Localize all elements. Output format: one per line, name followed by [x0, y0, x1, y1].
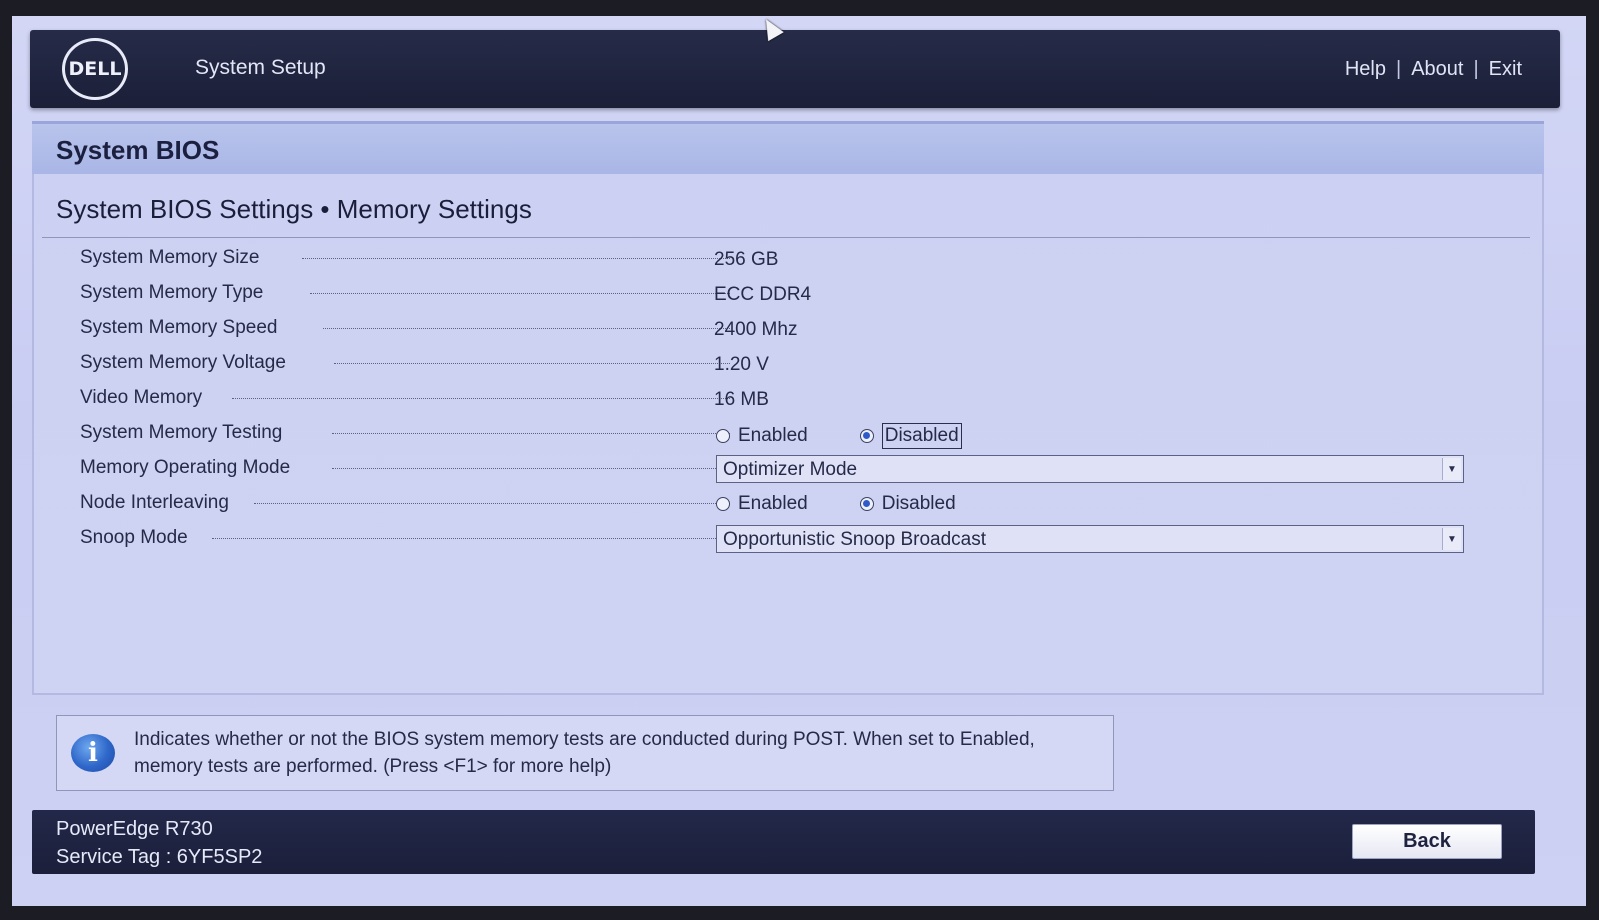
bios-screen: DELL System Setup Help | About | Exit Sy… — [12, 16, 1586, 906]
nav-separator: | — [1395, 58, 1402, 80]
settings-list: System Memory Size 256 GB System Memory … — [80, 243, 1520, 558]
dotted-leader — [310, 293, 730, 295]
setting-label: System Memory Size — [80, 247, 260, 268]
dell-logo: DELL — [62, 38, 128, 100]
memory-speed-value: 2400 Mhz — [714, 319, 798, 340]
dotted-leader — [254, 503, 730, 505]
memory-testing-enabled-radio[interactable]: Enabled — [716, 425, 808, 447]
row-memory-testing: System Memory Testing Enabled Disabled — [80, 418, 1520, 453]
radio-label: Enabled — [738, 425, 808, 446]
row-memory-speed: System Memory Speed 2400 Mhz — [80, 313, 1520, 348]
help-link[interactable]: Help — [1345, 58, 1386, 81]
setting-label: System Memory Voltage — [80, 352, 286, 373]
radio-unselected-icon — [716, 429, 730, 443]
setting-label: Node Interleaving — [80, 492, 229, 513]
footer-bar: PowerEdge R730 Service Tag : 6YF5SP2 Bac… — [32, 810, 1535, 874]
help-text: Indicates whether or not the BIOS system… — [134, 729, 1035, 777]
dropdown-arrow-icon[interactable]: ▼ — [1442, 528, 1461, 550]
memory-operating-mode-select[interactable]: Optimizer Mode ▼ — [716, 455, 1464, 483]
setting-label: System Memory Testing — [80, 422, 283, 443]
about-link[interactable]: About — [1411, 58, 1463, 81]
app-title: System Setup — [195, 56, 326, 79]
row-snoop-mode: Snoop Mode Opportunistic Snoop Broadcast… — [80, 523, 1520, 558]
node-interleaving-radio-group: Enabled Disabled — [716, 493, 956, 515]
dotted-leader — [212, 538, 730, 540]
row-memory-voltage: System Memory Voltage 1.20 V — [80, 348, 1520, 383]
back-button[interactable]: Back — [1352, 824, 1502, 859]
setting-label: Memory Operating Mode — [80, 457, 291, 478]
dotted-leader — [302, 258, 730, 260]
memory-type-value: ECC DDR4 — [714, 284, 812, 305]
radio-selected-icon — [859, 429, 874, 443]
row-video-memory: Video Memory 16 MB — [80, 383, 1520, 418]
dotted-leader — [232, 398, 730, 400]
section-divider — [42, 237, 1530, 238]
radio-unselected-icon — [716, 497, 730, 511]
memory-size-value: 256 GB — [714, 249, 779, 270]
radio-label: Enabled — [738, 493, 808, 514]
memory-testing-radio-group: Enabled Disabled — [716, 423, 962, 449]
select-value: Optimizer Mode — [723, 459, 858, 480]
radio-selected-icon — [859, 497, 874, 511]
dotted-leader — [332, 468, 730, 470]
exit-link[interactable]: Exit — [1489, 58, 1522, 81]
help-box: i Indicates whether or not the BIOS syst… — [56, 715, 1114, 791]
row-node-interleaving: Node Interleaving Enabled Disabled — [80, 488, 1520, 523]
dotted-leader — [323, 328, 730, 330]
node-interleaving-disabled-radio[interactable]: Disabled — [859, 493, 956, 515]
dropdown-arrow-icon[interactable]: ▼ — [1442, 458, 1461, 480]
radio-label: Disabled — [881, 493, 956, 514]
setting-label: System Memory Type — [80, 282, 264, 303]
setting-label: Video Memory — [80, 387, 203, 408]
nav-separator: | — [1473, 58, 1479, 80]
header-bar: DELL System Setup Help | About | Exit — [30, 30, 1560, 108]
settings-panel: System BIOS System BIOS Settings • Memor… — [32, 121, 1544, 695]
select-value: Opportunistic Snoop Broadcast — [723, 529, 986, 550]
row-memory-size: System Memory Size 256 GB — [80, 243, 1520, 278]
memory-voltage-value: 1.20 V — [714, 354, 769, 375]
dotted-leader — [334, 363, 730, 365]
panel-title-bar: System BIOS — [32, 121, 1544, 174]
section-title: System BIOS Settings • Memory Settings — [56, 194, 532, 224]
row-memory-type: System Memory Type ECC DDR4 — [80, 278, 1520, 313]
dotted-leader — [332, 433, 730, 435]
panel-title: System BIOS — [56, 135, 220, 165]
radio-label-focused: Disabled — [881, 423, 962, 449]
service-tag: Service Tag : 6YF5SP2 — [56, 846, 263, 868]
row-operating-mode: Memory Operating Mode Optimizer Mode ▼ — [80, 453, 1520, 488]
memory-testing-disabled-radio[interactable]: Disabled — [859, 423, 962, 449]
info-icon: i — [71, 734, 115, 772]
node-interleaving-enabled-radio[interactable]: Enabled — [716, 493, 808, 515]
system-model: PowerEdge R730 — [56, 818, 213, 840]
video-memory-value: 16 MB — [714, 389, 769, 410]
top-nav: Help | About | Exit — [1345, 58, 1522, 81]
setting-label: System Memory Speed — [80, 317, 278, 338]
setting-label: Snoop Mode — [80, 527, 188, 548]
snoop-mode-select[interactable]: Opportunistic Snoop Broadcast ▼ — [716, 525, 1464, 553]
